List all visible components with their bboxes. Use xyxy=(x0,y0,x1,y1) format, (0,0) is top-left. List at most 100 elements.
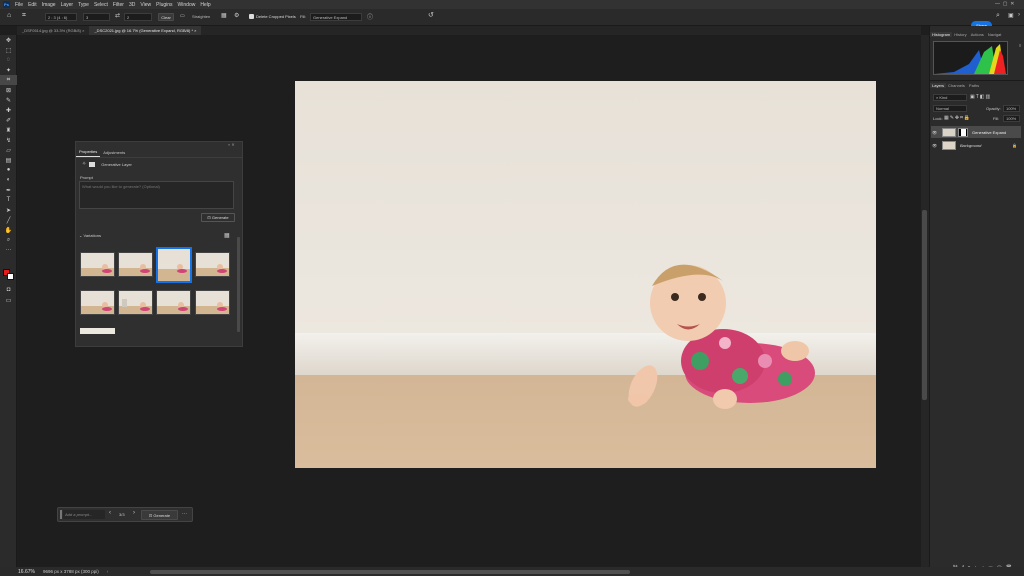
eraser-tool-icon[interactable]: ▱ xyxy=(0,145,17,155)
clear-button[interactable]: Clear xyxy=(158,13,174,21)
variation-thumbnail[interactable] xyxy=(80,252,115,277)
menu-filter[interactable]: Filter xyxy=(113,2,124,8)
crop-tool-icon[interactable]: ⌗ xyxy=(0,75,17,85)
menu-view[interactable]: View xyxy=(140,2,151,8)
prompt-input[interactable]: What would you like to generate? (Option… xyxy=(79,181,234,209)
line-tool-icon[interactable]: ╱ xyxy=(0,215,17,225)
status-chevron-icon[interactable]: › xyxy=(107,569,109,574)
more-tools-icon[interactable]: ··· xyxy=(0,245,17,255)
close-icon[interactable]: × xyxy=(82,28,84,33)
vertical-scrollbar[interactable] xyxy=(921,35,929,567)
variation-thumbnail[interactable] xyxy=(156,290,191,315)
tab-channels[interactable]: Channels xyxy=(946,83,967,88)
ratio-select[interactable]: 2 : 3 (4 : 6) xyxy=(45,13,77,21)
prompt-input[interactable]: Add a prompt... xyxy=(63,510,105,519)
gradient-tool-icon[interactable]: ▤ xyxy=(0,155,17,165)
dodge-tool-icon[interactable]: ◐ xyxy=(0,175,17,185)
menu-image[interactable]: Image xyxy=(42,2,56,8)
generate-button[interactable]: ⊡ Generate xyxy=(201,213,235,222)
move-tool-icon[interactable]: ✥ xyxy=(0,35,17,45)
close-icon[interactable]: × xyxy=(194,28,196,33)
histogram-menu-icon[interactable]: ≡ xyxy=(1019,43,1021,48)
panel-chevron-icon[interactable]: › xyxy=(1018,12,1020,18)
search-icon[interactable]: ⌕ xyxy=(996,12,1000,20)
frame-tool-icon[interactable]: ⊠ xyxy=(0,85,17,95)
eyedropper-tool-icon[interactable]: ✎ xyxy=(0,95,17,105)
brush-tool-icon[interactable]: ✐ xyxy=(0,115,17,125)
lasso-tool-icon[interactable]: ◌ xyxy=(0,55,17,65)
pen-tool-icon[interactable]: ✒ xyxy=(0,185,17,195)
tab-dsc2021[interactable]: _DSC2021.jpg @ 16.7% (Generative Expand,… xyxy=(89,26,202,35)
panel-scrollbar[interactable] xyxy=(237,237,240,332)
grid-view-icon[interactable]: ▦ xyxy=(224,232,230,239)
panel-collapse-icon[interactable]: « ✕ xyxy=(228,142,235,147)
delete-cropped-checkbox[interactable] xyxy=(249,14,254,19)
healing-tool-icon[interactable]: ✚ xyxy=(0,105,17,115)
variation-thumbnail[interactable] xyxy=(195,252,230,277)
tab-histogram[interactable]: Histogram xyxy=(930,31,953,37)
type-tool-icon[interactable]: T xyxy=(0,195,17,205)
history-brush-icon[interactable]: ↯ xyxy=(0,135,17,145)
variation-thumbnail-partial[interactable] xyxy=(80,328,115,334)
path-selection-icon[interactable]: ➤ xyxy=(0,205,17,215)
tab-navigator[interactable]: Navigat xyxy=(986,32,1004,37)
blend-mode-select[interactable]: Normal xyxy=(933,105,967,112)
generate-button[interactable]: ⊡ Generate xyxy=(141,510,178,520)
variation-thumbnail[interactable] xyxy=(195,290,230,315)
hand-tool-icon[interactable]: ✋ xyxy=(0,225,17,235)
height-input[interactable]: 2 xyxy=(124,13,152,21)
tab-actions[interactable]: Actions xyxy=(969,32,986,37)
workspace-icon[interactable]: ▣ xyxy=(1008,12,1014,19)
menu-help[interactable]: Help xyxy=(200,2,210,8)
magic-wand-tool-icon[interactable]: ✦ xyxy=(0,65,17,75)
gear-icon[interactable]: ⚙ xyxy=(234,12,239,19)
swap-icon[interactable]: ⇄ xyxy=(115,12,120,19)
info-icon[interactable]: ⓘ xyxy=(367,12,373,21)
menu-type[interactable]: Type xyxy=(78,2,89,8)
drag-handle[interactable] xyxy=(60,510,62,519)
reset-icon[interactable]: ↺ xyxy=(428,11,434,19)
more-options-icon[interactable]: ··· xyxy=(182,511,187,517)
screen-mode-icon[interactable]: ▭ xyxy=(0,295,17,305)
tab-dsf0514[interactable]: _DSF0514.jpg @ 33.3% (RGB/8) × xyxy=(17,26,89,35)
variation-thumbnail[interactable] xyxy=(118,290,153,315)
layer-row-generative[interactable]: 👁 Generative Expand xyxy=(931,126,1021,138)
document-canvas-photo[interactable] xyxy=(295,81,876,468)
menu-layer[interactable]: Layer xyxy=(61,2,74,8)
horizontal-scrollbar[interactable] xyxy=(150,570,630,574)
width-input[interactable]: 3 xyxy=(83,13,110,21)
zoom-level[interactable]: 16.67% xyxy=(18,569,35,575)
variation-thumbnail[interactable] xyxy=(118,252,153,277)
layer-row-background[interactable]: 👁 Background 🔒 xyxy=(931,139,1021,151)
chevron-left-icon[interactable]: ‹ xyxy=(109,510,111,516)
visibility-eye-icon[interactable]: 👁 xyxy=(931,130,938,135)
tab-layers[interactable]: Layers xyxy=(930,82,947,88)
layer-name[interactable]: Background xyxy=(960,143,981,148)
tab-properties[interactable]: Properties xyxy=(76,147,101,157)
lock-icons[interactable]: ▦✎✥⌗🔒 xyxy=(944,115,971,121)
tab-history[interactable]: History xyxy=(952,32,968,37)
menu-file[interactable]: File xyxy=(15,2,23,8)
layer-filter-icons[interactable]: ▣T◧▥ xyxy=(970,94,991,100)
blur-tool-icon[interactable]: ● xyxy=(0,165,17,175)
straighten-label[interactable]: Straighten xyxy=(192,14,210,19)
layer-filter-select[interactable]: ⌕ Kind xyxy=(933,94,967,101)
visibility-eye-icon[interactable]: 👁 xyxy=(931,143,938,148)
zoom-tool-icon[interactable]: ⌕ xyxy=(0,235,17,245)
background-color-swatch[interactable] xyxy=(7,273,14,280)
layer-name[interactable]: Generative Expand xyxy=(972,130,1006,135)
chevron-right-icon[interactable]: › xyxy=(133,510,135,516)
variation-thumbnail[interactable] xyxy=(80,290,115,315)
marquee-tool-icon[interactable]: ⬚ xyxy=(0,45,17,55)
fill-select[interactable]: Generative Expand xyxy=(310,13,362,21)
stamp-tool-icon[interactable]: ♜ xyxy=(0,125,17,135)
menu-plugins[interactable]: Plugins xyxy=(156,2,172,8)
opacity-input[interactable]: 100% xyxy=(1003,105,1020,112)
menu-window[interactable]: Window xyxy=(178,2,196,8)
home-icon[interactable]: ⌂ xyxy=(7,12,11,19)
variations-label[interactable]: ⌄ Variations xyxy=(79,233,101,238)
menu-3d[interactable]: 3D xyxy=(129,2,135,8)
fill-input[interactable]: 100% xyxy=(1003,115,1020,122)
tab-adjustments[interactable]: Adjustments xyxy=(100,148,128,157)
menu-select[interactable]: Select xyxy=(94,2,108,8)
